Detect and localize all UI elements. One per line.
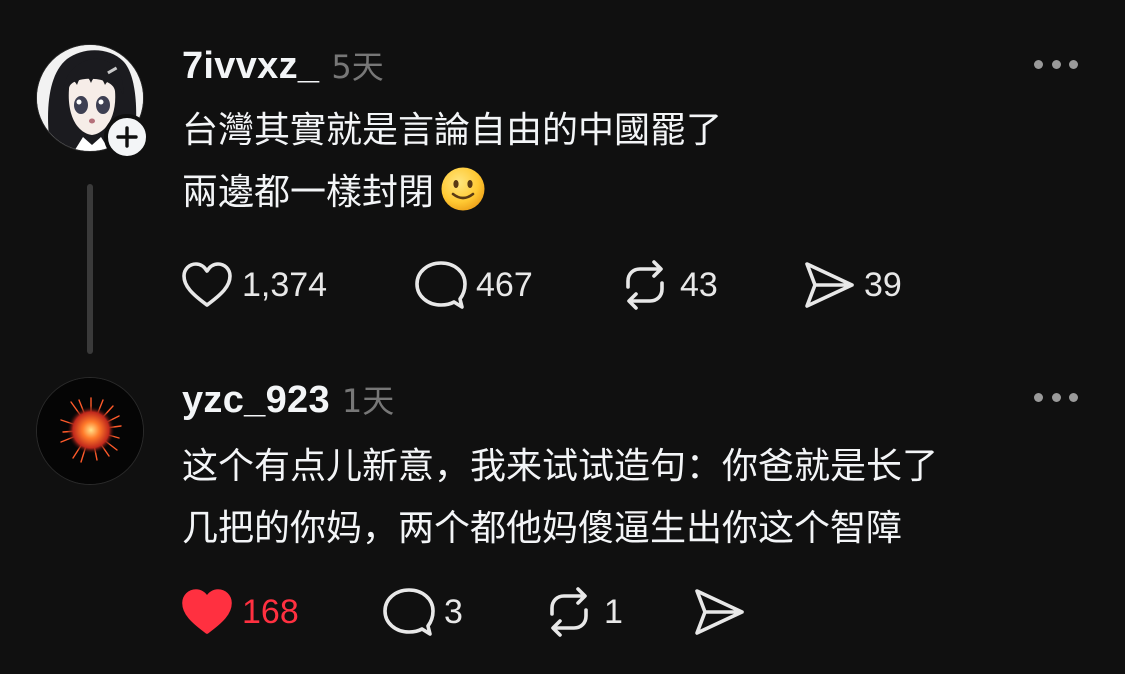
- post-actions: 168 3 1: [180, 584, 754, 640]
- post-text: 台灣其實就是言論自由的中國罷了 兩邊都一樣封閉: [182, 100, 1095, 224]
- post-text-line: 台灣其實就是言論自由的中國罷了: [182, 110, 723, 151]
- more-dots-icon: [1034, 392, 1043, 402]
- heart-filled-icon: [182, 589, 232, 634]
- heart-icon: [182, 262, 232, 307]
- repost-icon: [626, 260, 664, 310]
- post-text-line: 兩邊都一樣封閉: [182, 172, 435, 213]
- like-button[interactable]: 168: [180, 587, 382, 637]
- reply-button[interactable]: 3: [382, 586, 542, 638]
- repost-count: 1: [604, 592, 623, 631]
- like-count: 1,374: [242, 265, 328, 304]
- reply-button[interactable]: 467: [414, 259, 618, 311]
- slightly-smiling-face-icon: [441, 167, 485, 211]
- share-count: 39: [864, 265, 902, 304]
- reply-post: yzc_923 1天 这个有点儿新意，我来试试造句：你爸就是长了 几把的你妈，两…: [0, 360, 1125, 674]
- avatar[interactable]: [36, 377, 144, 485]
- share-button[interactable]: [692, 586, 754, 638]
- plus-icon: [116, 126, 138, 148]
- username[interactable]: yzc_923: [182, 379, 330, 422]
- reply-count: 467: [476, 265, 533, 304]
- more-dots-icon: [1034, 59, 1043, 69]
- share-button[interactable]: 39: [802, 259, 902, 311]
- share-send-icon: [695, 589, 744, 635]
- post-text: 这个有点儿新意，我来试试造句：你爸就是长了 几把的你妈，两个都他妈傻逼生出你这个…: [182, 436, 1095, 560]
- timestamp: 5天: [331, 48, 384, 86]
- username[interactable]: 7ivvxz_: [182, 45, 319, 88]
- reply-count: 3: [444, 592, 463, 631]
- more-dots-icon: [1069, 392, 1078, 402]
- post-text-line-with-emoji: 兩邊都一樣封閉: [182, 162, 1095, 224]
- thread-post: 7ivvxz_ 5天 台灣其實就是言論自由的中國罷了 兩邊都一樣封閉 1,374…: [0, 0, 1125, 360]
- timestamp: 1天: [341, 382, 395, 420]
- repost-button[interactable]: 1: [542, 586, 692, 638]
- repost-icon: [550, 587, 588, 637]
- post-text-line: 这个有点儿新意，我来试试造句：你爸就是长了: [182, 446, 939, 487]
- more-options-button[interactable]: [1034, 387, 1078, 407]
- like-count: 168: [242, 592, 299, 631]
- thread-line: [87, 184, 93, 354]
- reply-bubble-icon: [383, 588, 435, 636]
- more-options-button[interactable]: [1034, 54, 1078, 74]
- share-send-icon: [805, 262, 854, 308]
- fireworks-avatar-image: [37, 378, 143, 484]
- post-header: 7ivvxz_ 5天: [182, 42, 384, 88]
- reply-bubble-icon: [415, 261, 467, 309]
- repost-count: 43: [680, 265, 718, 304]
- post-header: yzc_923 1天: [182, 376, 394, 422]
- like-button[interactable]: 1,374: [180, 260, 414, 310]
- post-text-line: 几把的你妈，两个都他妈傻逼生出你这个智障: [182, 508, 903, 549]
- more-dots-icon: [1051, 392, 1061, 402]
- more-dots-icon: [1069, 59, 1078, 69]
- repost-button[interactable]: 43: [618, 259, 802, 311]
- more-dots-icon: [1051, 59, 1061, 69]
- follow-button[interactable]: [104, 114, 150, 160]
- post-actions: 1,374 467 43 39: [180, 257, 902, 313]
